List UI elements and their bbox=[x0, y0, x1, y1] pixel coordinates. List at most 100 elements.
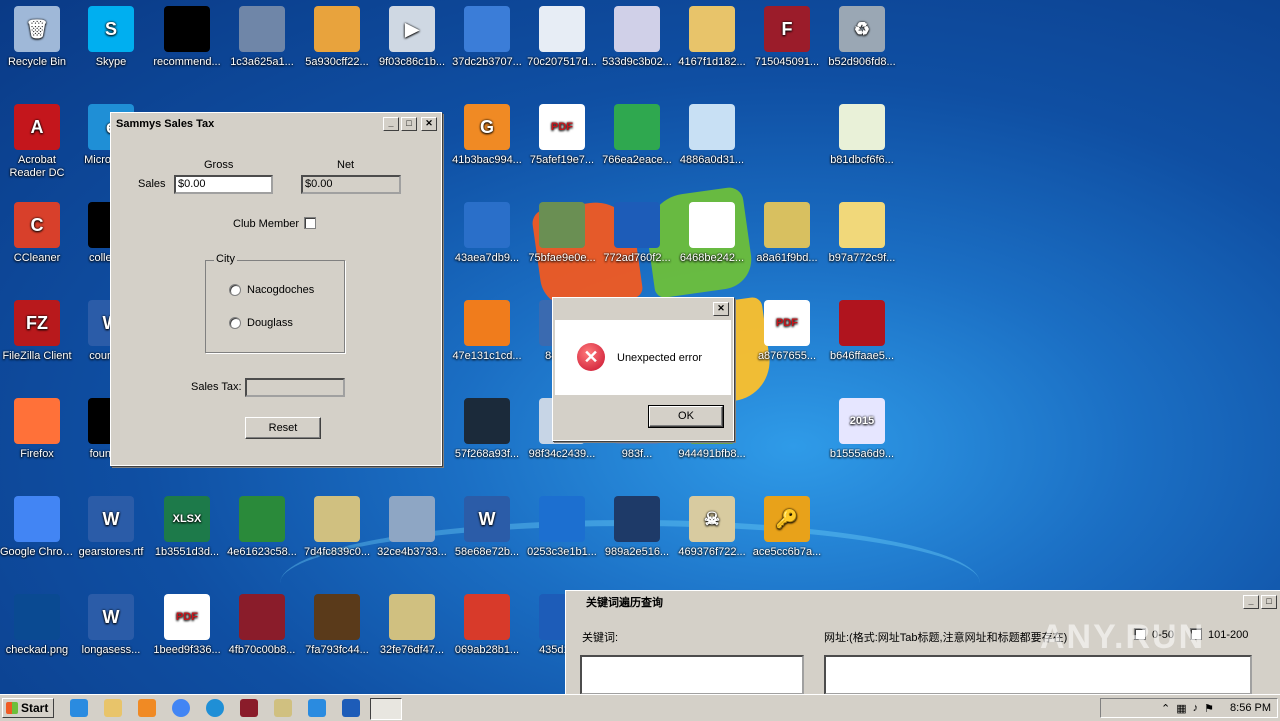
desktop-icon-image: S bbox=[88, 6, 134, 52]
desktop-icon[interactable]: Wlongasess... bbox=[74, 594, 148, 657]
desktop-icon[interactable]: W 58e68e72b... bbox=[450, 496, 524, 559]
desktop-icon[interactable]: 2015 b1555a6d9... bbox=[825, 398, 899, 461]
keyword-maximize-button[interactable]: □ bbox=[1261, 595, 1277, 609]
desktop-icon-label: CCleaner bbox=[13, 252, 61, 264]
desktop-icon[interactable]: 7fa793fc44... bbox=[300, 594, 374, 657]
desktop-icon[interactable]: ▶ 9f03c86c1b... bbox=[375, 6, 449, 69]
minimize-button[interactable]: _ bbox=[383, 117, 399, 131]
desktop-icon[interactable]: 4fb70c00b8... bbox=[225, 594, 299, 657]
desktop-icon[interactable]: XLSX 1b3551d3d... bbox=[150, 496, 224, 559]
error-close-button[interactable]: ✕ bbox=[713, 302, 729, 316]
video-taskbar-icon[interactable] bbox=[342, 699, 360, 717]
desktop-icon[interactable]: 1c3a625a1... bbox=[225, 6, 299, 69]
close-button[interactable]: ✕ bbox=[421, 117, 437, 131]
keyword-minimize-button[interactable]: _ bbox=[1243, 595, 1259, 609]
desktop-icon[interactable]: b81dbcf6f6... bbox=[825, 104, 899, 167]
sales-tax-titlebar[interactable]: Sammys Sales Tax _ □ ✕ bbox=[113, 115, 439, 133]
desktop-icon[interactable]: b646ffaae5... bbox=[825, 300, 899, 363]
desktop-icon-image: ▶ bbox=[389, 6, 435, 52]
desktop-icon[interactable]: recommend... bbox=[150, 6, 224, 69]
desktop-icon-label: 1c3a625a1... bbox=[230, 56, 294, 68]
radio-nacogdoches[interactable] bbox=[229, 284, 241, 296]
explorer-taskbar-icon[interactable] bbox=[104, 699, 122, 717]
desktop-icon[interactable]: C CCleaner bbox=[0, 202, 74, 265]
url-textarea[interactable] bbox=[824, 655, 1252, 695]
ok-button[interactable]: OK bbox=[648, 405, 724, 428]
desktop-icon[interactable]: 43aea7db9... bbox=[450, 202, 524, 265]
desktop-icon[interactable]: S Skype bbox=[74, 6, 148, 69]
desktop-icon[interactable]: 069ab28b1... bbox=[450, 594, 524, 657]
desktop-icon-label: b646ffaae5... bbox=[829, 350, 895, 362]
keyword-label: 关键词: bbox=[582, 632, 619, 644]
keyword-titlebar[interactable]: 关键词遍历查询 _ □ bbox=[568, 593, 1279, 611]
error-message: Unexpected error bbox=[617, 352, 702, 364]
desktop-icon-image: ☠ bbox=[689, 496, 735, 542]
desktop-icon[interactable]: b97a772c9f... bbox=[825, 202, 899, 265]
desktop-icon[interactable]: Firefox bbox=[0, 398, 74, 461]
desktop-icon[interactable]: 🗑 Recycle Bin bbox=[0, 6, 74, 69]
clock[interactable]: 8:56 PM bbox=[1230, 702, 1271, 714]
desktop-icon[interactable]: 4167f1d182... bbox=[675, 6, 749, 69]
media-player-taskbar-icon[interactable] bbox=[138, 699, 156, 717]
network-icon[interactable]: ▦ bbox=[1176, 702, 1186, 715]
keyword-textarea[interactable] bbox=[580, 655, 804, 695]
ie2-taskbar-icon[interactable] bbox=[308, 699, 326, 717]
desktop-icon[interactable]: 4e61623c58... bbox=[225, 496, 299, 559]
desktop-icon-image bbox=[464, 398, 510, 444]
desktop-icon[interactable]: 766ea2eace... bbox=[600, 104, 674, 167]
desktop-icon[interactable]: FZ FileZilla Client bbox=[0, 300, 74, 363]
desktop-icon[interactable]: 🔑 ace5cc6b7a... bbox=[750, 496, 824, 559]
desktop-icon[interactable]: A Acrobat Reader DC bbox=[0, 104, 74, 180]
app-taskbar-icon[interactable] bbox=[274, 699, 292, 717]
desktop-icon-image: 2015 bbox=[839, 398, 885, 444]
desktop-icon[interactable]: 70c207517d... bbox=[525, 6, 599, 69]
active-window-taskbar-button[interactable] bbox=[370, 698, 402, 720]
error-dialog-titlebar[interactable]: ✕ bbox=[555, 300, 731, 318]
desktop-icon[interactable]: F 715045091... bbox=[750, 6, 824, 69]
desktop-icon[interactable]: 5a930cff22... bbox=[300, 6, 374, 69]
desktop-icon[interactable]: 37dc2b3707... bbox=[450, 6, 524, 69]
desktop-icon-image: F bbox=[764, 6, 810, 52]
reset-button[interactable]: Reset bbox=[245, 417, 321, 439]
desktop-icon[interactable]: 6468be242... bbox=[675, 202, 749, 265]
desktop-icon-label: 069ab28b1... bbox=[454, 644, 520, 656]
desktop-icon[interactable]: PDF 1beed9f336... bbox=[150, 594, 224, 657]
desktop-icon[interactable]: 32ce4b3733... bbox=[375, 496, 449, 559]
desktop-icon[interactable]: ♻ b52d906fd8... bbox=[825, 6, 899, 69]
desktop-icon[interactable]: ☠ 469376f722... bbox=[675, 496, 749, 559]
desktop-icon[interactable]: Google Chrome bbox=[0, 496, 74, 559]
chrome-taskbar-icon[interactable] bbox=[172, 699, 190, 717]
desktop-icon[interactable]: 989a2e516... bbox=[600, 496, 674, 559]
club-member-checkbox[interactable] bbox=[304, 217, 316, 229]
edge-taskbar-icon[interactable] bbox=[206, 699, 224, 717]
desktop-icon[interactable]: a8a61f9bd... bbox=[750, 202, 824, 265]
volume-icon[interactable]: ♪ bbox=[1193, 702, 1199, 714]
desktop-icon[interactable]: 47e131c1cd... bbox=[450, 300, 524, 363]
desktop-icon[interactable]: Wgearstores.rtf bbox=[74, 496, 148, 559]
desktop-icon[interactable]: 533d9c3b02... bbox=[600, 6, 674, 69]
winrar-taskbar-icon[interactable] bbox=[240, 699, 258, 717]
desktop-icon[interactable]: 0253c3e1b1... bbox=[525, 496, 599, 559]
desktop-icon-image: W bbox=[88, 594, 134, 640]
desktop-icon-image bbox=[239, 594, 285, 640]
tray-up-arrow-icon[interactable]: ⌃ bbox=[1161, 702, 1170, 715]
desktop-icon[interactable]: 32fe76df47... bbox=[375, 594, 449, 657]
desktop-icon[interactable]: 57f268a93f... bbox=[450, 398, 524, 461]
desktop-icon[interactable]: 772ad760f2... bbox=[600, 202, 674, 265]
gross-sales-input[interactable]: $0.00 bbox=[174, 175, 273, 194]
desktop-icon-image: PDF bbox=[164, 594, 210, 640]
flag-icon[interactable]: ⚑ bbox=[1204, 702, 1214, 715]
desktop-icon-label: 4fb70c00b8... bbox=[228, 644, 296, 656]
desktop-icon-image bbox=[314, 6, 360, 52]
maximize-button[interactable]: □ bbox=[401, 117, 417, 131]
start-button[interactable]: Start bbox=[2, 698, 54, 718]
desktop-icon[interactable]: G 41b3bac994... bbox=[450, 104, 524, 167]
desktop-icon[interactable]: 75bfae9e0e... bbox=[525, 202, 599, 265]
ie-taskbar-icon[interactable] bbox=[70, 699, 88, 717]
desktop-icon[interactable]: 7d4fc839c0... bbox=[300, 496, 374, 559]
desktop-icon[interactable]: checkad.png bbox=[0, 594, 74, 657]
radio-douglass[interactable] bbox=[229, 317, 241, 329]
desktop-icon[interactable]: PDF 75afef19e7... bbox=[525, 104, 599, 167]
desktop-icon[interactable]: 4886a0d31... bbox=[675, 104, 749, 167]
desktop-icon[interactable]: PDF a8767655... bbox=[750, 300, 824, 363]
